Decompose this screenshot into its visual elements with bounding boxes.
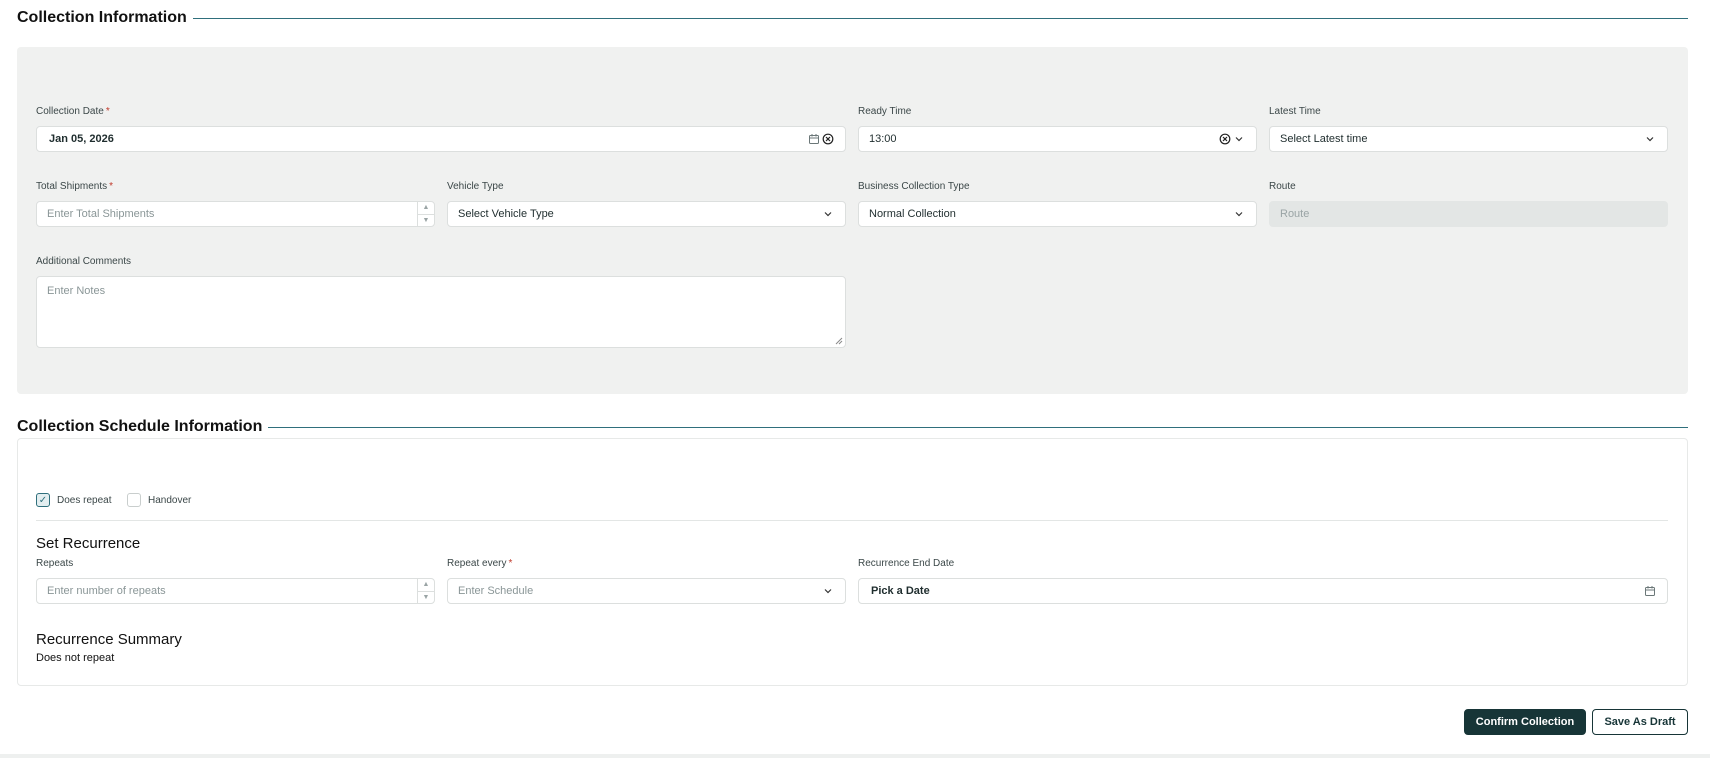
business-collection-type-select[interactable]: Normal Collection: [858, 201, 1257, 227]
calendar-icon[interactable]: [807, 132, 821, 146]
save-as-draft-button[interactable]: Save As Draft: [1592, 709, 1688, 735]
handover-label: Handover: [148, 494, 192, 506]
recurrence-end-date-field[interactable]: Pick a Date: [858, 578, 1668, 604]
does-repeat-label: Does repeat: [57, 494, 112, 506]
chevron-down-icon[interactable]: [821, 584, 835, 598]
collection-date-value: Jan 05, 2026: [49, 133, 114, 145]
ready-time-value: 13:00: [869, 133, 897, 145]
chevron-down-icon[interactable]: [1232, 132, 1246, 146]
route-label: Route: [1269, 181, 1296, 192]
chevron-down-icon[interactable]: [1232, 207, 1246, 221]
divider: [36, 520, 1668, 521]
schedule-info-panel: [17, 438, 1688, 686]
section-title: Collection Schedule Information: [17, 418, 263, 435]
section-title: Collection Information: [17, 9, 187, 26]
ready-time-field[interactable]: 13:00: [858, 126, 1257, 152]
business-collection-type-label: Business Collection Type: [858, 181, 970, 192]
collection-date-field[interactable]: Jan 05, 2026: [36, 126, 846, 152]
recurrence-summary-text: Does not repeat: [36, 652, 115, 664]
repeat-every-select[interactable]: Enter Schedule: [447, 578, 846, 604]
vehicle-type-label: Vehicle Type: [447, 181, 504, 192]
check-icon[interactable]: ✓: [36, 493, 50, 507]
chevron-down-icon[interactable]: [1643, 132, 1657, 146]
business-collection-type-value: Normal Collection: [869, 208, 956, 220]
vehicle-type-select[interactable]: Select Vehicle Type: [447, 201, 846, 227]
repeat-every-placeholder: Enter Schedule: [458, 585, 534, 597]
stepper-up-icon[interactable]: ▲: [418, 202, 434, 214]
notes-placeholder: Enter Notes: [47, 285, 106, 297]
confirm-collection-button[interactable]: Confirm Collection: [1464, 709, 1586, 735]
total-shipments-placeholder: Enter Total Shipments: [47, 208, 155, 220]
repeats-label: Repeats: [36, 558, 74, 569]
total-shipments-input[interactable]: Enter Total Shipments ▲ ▼: [36, 201, 435, 227]
collection-info-heading: Collection Information: [17, 9, 1688, 27]
number-stepper[interactable]: ▲ ▼: [417, 202, 434, 226]
page-bottom-border: [0, 754, 1710, 758]
recurrence-end-date-value: Pick a Date: [871, 585, 930, 597]
repeat-every-label: Repeat every *: [447, 558, 513, 569]
route-input: Route: [1269, 201, 1668, 227]
additional-comments-textarea[interactable]: Enter Notes: [36, 276, 846, 348]
route-placeholder: Route: [1280, 208, 1310, 220]
repeats-placeholder: Enter number of repeats: [47, 585, 166, 597]
unchecked-box-icon[interactable]: [127, 493, 141, 507]
chevron-down-icon[interactable]: [821, 207, 835, 221]
stepper-down-icon[interactable]: ▼: [418, 590, 434, 604]
collection-date-label: Collection Date *: [36, 106, 110, 117]
total-shipments-label: Total Shipments *: [36, 181, 114, 192]
handover-checkbox[interactable]: Handover: [127, 493, 191, 507]
latest-time-placeholder: Select Latest time: [1280, 133, 1368, 145]
set-recurrence-title: Set Recurrence: [36, 535, 141, 552]
number-stepper[interactable]: ▲ ▼: [417, 579, 434, 603]
resize-handle-icon[interactable]: [835, 337, 843, 345]
section-rule: [268, 426, 1688, 428]
section-rule: [192, 17, 1688, 19]
additional-comments-label: Additional Comments: [36, 256, 132, 267]
stepper-down-icon[interactable]: ▼: [418, 213, 434, 227]
latest-time-label: Latest Time: [1269, 106, 1321, 117]
calendar-icon[interactable]: [1643, 584, 1657, 598]
recurrence-end-date-label: Recurrence End Date: [858, 558, 955, 569]
recurrence-summary-title: Recurrence Summary: [36, 631, 182, 648]
repeats-input[interactable]: Enter number of repeats ▲ ▼: [36, 578, 435, 604]
latest-time-select[interactable]: Select Latest time: [1269, 126, 1668, 152]
clear-circle-icon[interactable]: [821, 132, 835, 146]
schedule-info-heading: Collection Schedule Information: [17, 418, 1688, 436]
clear-circle-icon[interactable]: [1218, 132, 1232, 146]
stepper-up-icon[interactable]: ▲: [418, 579, 434, 591]
vehicle-type-value: Select Vehicle Type: [458, 208, 554, 220]
does-repeat-checkbox[interactable]: ✓ Does repeat: [36, 493, 111, 507]
ready-time-label: Ready Time: [858, 106, 912, 117]
